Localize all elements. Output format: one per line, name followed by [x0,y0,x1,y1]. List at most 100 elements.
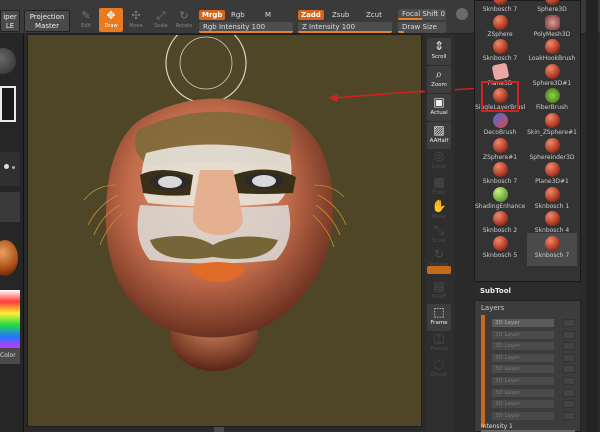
z-intensity-fill [298,31,392,33]
tool-thumbnail-icon [492,186,508,202]
tool-thumbnail-icon [492,211,508,227]
color-picker[interactable] [0,290,20,348]
rgb-intensity-slider[interactable]: Rgb Intensity 100 [199,22,293,33]
scroll-icon: ⇕ [433,39,445,53]
layer-visibility-toggle[interactable] [563,342,575,351]
floor-icon: ▦ [433,175,445,189]
tool-palette: Sknbosch 7 Sphere3D ZSphere PolyMesh3D Sknbo… [474,0,581,282]
tray-scrollbar[interactable] [586,0,598,432]
scale-dock-icon: ⤡ [434,223,444,237]
frame-button[interactable]: ⬚ Frame [427,304,451,331]
tool-palette-item-label: Sknbosch 5 [482,252,518,259]
rotate-tool-button[interactable]: ↻ Rotate [172,8,196,32]
tool-thumbnail-icon [492,39,508,55]
layer-visibility-toggle[interactable] [563,319,575,327]
tool-thumbnail-icon [544,186,560,202]
frame-icon: ⬚ [433,305,445,319]
dynamic-icon[interactable] [456,8,468,20]
layer-visibility-toggle[interactable] [563,353,575,362]
tool-thumbnail-icon [544,211,560,227]
texture-thumbnail[interactable] [0,192,20,222]
focal-shift-slider[interactable]: Focal Shift 0 [398,9,446,20]
rgb-toggle[interactable]: Rgb [231,11,245,19]
draw-size-slider[interactable]: Draw Size 60 [398,22,446,33]
draw-size-label: Draw Size 60 [402,23,437,31]
left-palette: Color [0,34,24,432]
layer-row[interactable]: 3D Layer [492,411,554,420]
layer-visibility-toggle[interactable] [563,388,575,397]
scale-button[interactable]: ⤡ Scale [427,222,451,249]
layers-panel: Layers 3D Layer 3D Layer 3D Layer 3D Layer 3… [474,300,581,432]
local-button[interactable]: ◎ Local [427,148,451,175]
brush-cursor-ring [165,22,247,104]
layer-visibility-toggle[interactable] [563,411,575,420]
move-tool-button[interactable]: ✣ Move [124,8,148,32]
zoom-button[interactable]: ⌕ Zoom [427,66,451,93]
tool-thumbnail-icon [492,14,508,30]
move-button[interactable]: ✋ Move [427,198,451,225]
transp-icon: ◫ [433,331,445,345]
layer-row[interactable]: 3D Layer [492,400,554,409]
layer-row[interactable]: 3D Layer [492,342,554,351]
draw-tool-button[interactable]: ✥ Draw [99,8,123,32]
layer-row[interactable]: 3D Layer [492,365,554,374]
scroll-button[interactable]: ⇕ Scroll [427,38,451,65]
brush-thumbnail-icon[interactable] [0,48,16,74]
layer-row[interactable]: 3D Layer [492,319,554,327]
layer-visibility-toggle[interactable] [563,400,575,409]
layers-title[interactable]: Layers [475,301,580,312]
move-label: Move [431,214,447,220]
layer-row[interactable]: 3D Layer [492,388,554,397]
right-eye-white [252,175,276,187]
mrgb-toggle[interactable]: Mrgb [199,10,226,20]
ghost-icon: ◌ [433,357,445,371]
zsub-toggle[interactable]: Zsub [332,11,349,19]
tool-thumbnail-icon [544,137,560,153]
projection-master-line1: Projection [29,13,65,21]
ghost-button[interactable]: ◌ Ghost [427,356,451,383]
aahalf-button[interactable]: ▨ AAHalf [427,122,451,149]
ghost-label: Ghost [430,372,448,378]
scale-label: Scale [431,238,447,244]
brush-cursor-inner-ring [179,36,233,90]
layers-scrollbar[interactable] [481,315,485,427]
layer-visibility-toggle[interactable] [563,365,575,374]
transp-label: Transp [429,346,449,352]
paper-button[interactable]: iper LE [0,10,20,32]
zcut-toggle[interactable]: Zcut [366,11,382,19]
alpha-thumbnail[interactable] [0,152,20,186]
material-thumbnail-icon[interactable] [0,240,18,276]
edit-tool-button[interactable]: ✎ Edit [74,8,98,32]
tool-thumbnail-icon [491,62,509,81]
m-toggle[interactable]: M [265,11,271,19]
zoom-label: Zoom [431,82,447,88]
tool-palette-item[interactable]: Sknbosch 5 [475,233,525,266]
layer-visibility-toggle[interactable] [563,330,575,339]
projection-master-button[interactable]: Projection Master [24,10,70,32]
local-icon: ◎ [433,149,445,163]
aahalf-label: AAHalf [429,138,449,144]
draw-size-fill [398,31,404,33]
layer-row[interactable]: 3D Layer [492,377,554,385]
stroke-thumbnail[interactable] [0,86,16,122]
subtool-header[interactable]: SubTool [474,284,581,298]
actual-button[interactable]: ▣ Actual [427,94,451,121]
z-intensity-slider[interactable]: Z Intensity 100 [298,22,392,33]
document-canvas[interactable] [27,22,424,428]
transp-button[interactable]: ◫ Transp [427,330,451,357]
layer-visibility-toggle[interactable] [563,377,575,385]
polyf-button[interactable]: ▤ PolyF [427,278,451,305]
annotation-arrow-line [332,90,424,99]
sculpt-viewport[interactable] [28,22,424,428]
polyf-indicator[interactable] [427,266,451,274]
tool-thumbnail-icon [492,0,508,5]
scale-tool-button[interactable]: ⤢ Scale [149,8,173,32]
floor-button[interactable]: ▦ Floor [427,174,451,201]
color-label: Color [0,352,16,359]
layer-row[interactable]: 3D Layer [492,353,554,362]
zadd-toggle[interactable]: Zadd [298,10,324,20]
move-tool-label: Move [129,23,143,29]
tool-palette-item[interactable]: Sknbosch 7 [527,233,577,266]
layer-row[interactable]: 3D Layer [492,330,554,339]
bottom-tray-handle[interactable] [214,427,224,432]
